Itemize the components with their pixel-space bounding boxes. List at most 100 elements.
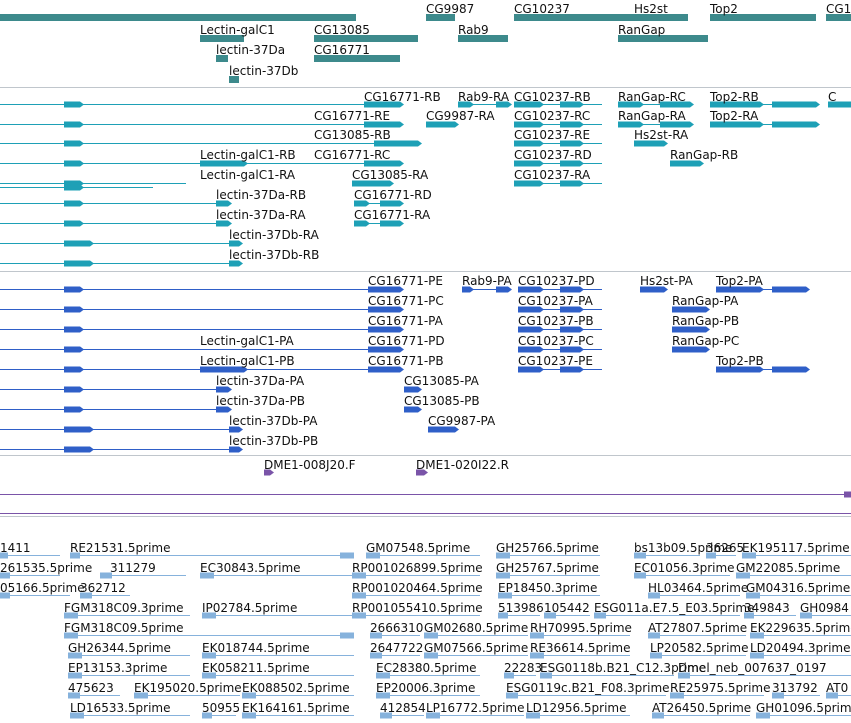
feature-label[interactable]: 513986 [498, 601, 544, 615]
feature-label[interactable]: Top2-PB [716, 354, 764, 368]
feature-label[interactable]: LD20494.3prime [750, 641, 851, 655]
feature-label[interactable]: EC01056.3prime [634, 561, 735, 575]
feature-label[interactable]: GM02680.5prime [424, 621, 528, 635]
feature-label[interactable]: Dmel_neb_007637_0197 [678, 661, 827, 675]
feature-label[interactable]: ESG011a.E7.5_E03.5prime [594, 601, 755, 615]
feature-label[interactable]: EK018744.5prime [202, 641, 310, 655]
feature-label[interactable]: CG13085-PA [404, 374, 479, 388]
feature-label[interactable]: CG16771-RC [314, 148, 390, 162]
feature-label[interactable]: 50955 [202, 701, 240, 715]
feature-label[interactable]: EK195117.5prime [742, 541, 850, 555]
feature-label[interactable]: CG16771-PE [368, 274, 443, 288]
feature-label[interactable]: CG16771 [314, 43, 370, 57]
feature-label[interactable]: RP001055410.5prime [352, 601, 483, 615]
feature-label[interactable]: LP16772.5prime [426, 701, 525, 715]
feature-label[interactable]: C [828, 90, 836, 104]
feature-label[interactable]: Hs2st-PA [640, 274, 693, 288]
feature-label[interactable]: Rab9-PA [462, 274, 512, 288]
feature-glyph[interactable] [0, 180, 186, 187]
feature-label[interactable]: CG10237-PA [518, 294, 593, 308]
feature-label[interactable]: lectin-37Da-PA [216, 374, 304, 388]
feature-label[interactable]: 2647722 [370, 641, 423, 655]
feature-label[interactable]: AT0 [826, 681, 848, 695]
feature-label[interactable]: CG10237-RD [514, 148, 592, 162]
feature-label[interactable]: CG9987 [426, 2, 474, 16]
feature-label[interactable]: CG10237-PB [518, 314, 594, 328]
feature-label[interactable]: Rab9 [458, 23, 489, 37]
feature-glyph[interactable] [0, 446, 243, 453]
feature-label[interactable]: CG16771-PD [368, 334, 445, 348]
feature-label[interactable]: 36265 [706, 541, 744, 555]
feature-label[interactable]: Rab9-RA [458, 90, 509, 104]
feature-label[interactable]: 311279 [110, 561, 156, 575]
feature-label[interactable]: Top2-RB [710, 90, 759, 104]
feature-label[interactable]: CG16771-PB [368, 354, 444, 368]
feature-label[interactable]: RanGap-RB [670, 148, 738, 162]
feature-label[interactable]: CG16771-RA [354, 208, 430, 222]
feature-label[interactable]: CG13085-RB [314, 128, 391, 142]
feature-label[interactable]: GH26344.5prime [68, 641, 171, 655]
feature-label[interactable]: RP001020464.5prime [352, 581, 483, 595]
feature-label[interactable]: EP18450.3prime [498, 581, 597, 595]
feature-glyph[interactable] [0, 200, 232, 207]
feature-glyph[interactable] [0, 240, 243, 247]
feature-label[interactable]: DME1-008J20.F [264, 458, 356, 472]
feature-label[interactable]: lectin-37Db-PA [229, 414, 317, 428]
feature-glyph[interactable] [0, 426, 243, 433]
feature-label[interactable]: AT27807.5prime [648, 621, 747, 635]
feature-label[interactable]: CG13085 [314, 23, 370, 37]
feature-label[interactable]: CG1 [826, 2, 851, 16]
feature-label[interactable]: RanGap-RC [618, 90, 686, 104]
feature-label[interactable]: CG16771-PC [368, 294, 444, 308]
feature-label[interactable]: 2666310 [370, 621, 423, 635]
feature-label[interactable]: CG9987-RA [426, 109, 495, 123]
feature-label[interactable]: CG10237-RC [514, 109, 590, 123]
feature-label[interactable]: 313792 [772, 681, 818, 695]
feature-label[interactable]: CG16771-RD [354, 188, 432, 202]
feature-label[interactable]: 22283 [504, 661, 542, 675]
feature-label[interactable]: CG10237 [514, 2, 570, 16]
feature-label[interactable]: lectin-37Db-RA [229, 228, 319, 242]
feature-label[interactable]: CG10237-PC [518, 334, 594, 348]
feature-glyph[interactable] [0, 14, 356, 21]
feature-label[interactable]: DME1-020I22.R [416, 458, 509, 472]
feature-label[interactable]: RanGap-PA [672, 294, 738, 308]
feature-label[interactable]: CG16771-RE [314, 109, 390, 123]
feature-glyph[interactable] [0, 386, 232, 393]
feature-label[interactable]: RanGap-RA [618, 109, 686, 123]
feature-label[interactable]: 475623 [68, 681, 114, 695]
feature-label[interactable]: RE25975.5prime [670, 681, 771, 695]
feature-glyph[interactable] [0, 184, 153, 191]
feature-glyph[interactable] [0, 101, 404, 108]
feature-label[interactable]: RanGap-PB [672, 314, 739, 328]
feature-glyph[interactable] [0, 306, 404, 313]
feature-label[interactable]: GH01096.5prime [756, 701, 851, 715]
feature-label[interactable]: Lectin-galC1 [200, 23, 275, 37]
feature-label[interactable]: HL03464.5prime [648, 581, 748, 595]
feature-label[interactable]: CG13085-PB [404, 394, 480, 408]
feature-label[interactable]: CG16771-PA [368, 314, 443, 328]
feature-label[interactable]: CG10237-PD [518, 274, 595, 288]
feature-label[interactable]: EC28380.5prime [376, 661, 477, 675]
feature-label[interactable]: GM04316.5prime [746, 581, 850, 595]
feature-label[interactable]: CG13085-RA [352, 168, 428, 182]
feature-label[interactable]: EK088502.5prime [242, 681, 350, 695]
feature-label[interactable]: Hs2st [634, 2, 668, 16]
feature-label[interactable]: LP20582.5prime [650, 641, 749, 655]
feature-label[interactable]: GM22085.5prime [736, 561, 840, 575]
feature-label[interactable]: Hs2st-RA [634, 128, 688, 142]
feature-label[interactable]: lectin-37Db-RB [229, 248, 319, 262]
feature-label[interactable]: Top2-PA [716, 274, 763, 288]
feature-label[interactable]: CG10237-RE [514, 128, 590, 142]
feature-label[interactable]: RP001026899.5prime [352, 561, 483, 575]
feature-label[interactable]: GM07548.5prime [366, 541, 470, 555]
feature-label[interactable]: EK229635.5prime [750, 621, 851, 635]
feature-label[interactable]: EC30843.5prime [200, 561, 301, 575]
feature-glyph[interactable] [0, 286, 404, 293]
feature-glyph[interactable] [0, 220, 232, 227]
feature-label[interactable]: EP20006.3prime [376, 681, 475, 695]
feature-label[interactable]: CG9987-PA [428, 414, 495, 428]
feature-label[interactable]: LD16533.5prime [70, 701, 171, 715]
feature-label[interactable]: CG10237-RB [514, 90, 591, 104]
feature-label[interactable]: lectin-37Da-PB [216, 394, 305, 408]
